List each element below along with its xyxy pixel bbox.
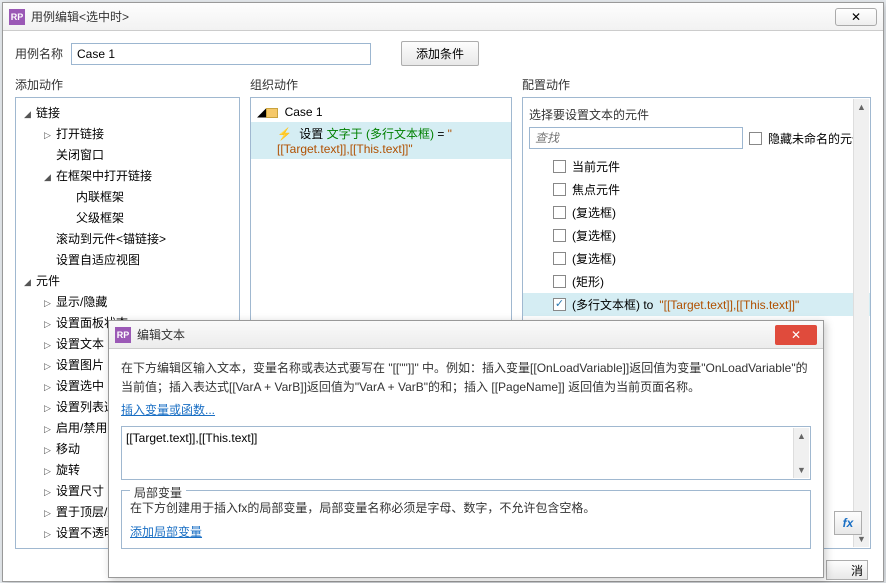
search-input[interactable]: [529, 127, 743, 149]
action-tree-item[interactable]: ▷显示/隐藏: [16, 291, 239, 312]
scroll-up-icon[interactable]: ▲: [794, 428, 809, 444]
expand-icon: ▷: [44, 298, 53, 309]
action-tree-item[interactable]: ◢链接: [16, 102, 239, 123]
action-tree-item[interactable]: 设置自适应视图: [16, 249, 239, 270]
action-tree-item[interactable]: 父级框架: [16, 207, 239, 228]
hide-unnamed-checkbox[interactable]: [749, 132, 762, 145]
select-widget-label: 选择要设置文本的元件: [523, 102, 870, 125]
edit-close-button[interactable]: ✕: [775, 325, 817, 345]
action-target-widget: 文字于 (多行文本框): [327, 127, 434, 141]
widget-label: (复选框): [572, 204, 616, 221]
action-tree-item[interactable]: ▷打开链接: [16, 123, 239, 144]
action-tree-item[interactable]: ◢在框架中打开链接: [16, 165, 239, 186]
fx-button[interactable]: fx: [834, 511, 862, 535]
widget-list-item[interactable]: (矩形): [523, 270, 870, 293]
widget-value: "[[Target.text]],[[This.text]]": [659, 298, 799, 312]
edit-dialog-title: 编辑文本: [137, 326, 775, 343]
action-tree-item[interactable]: 内联框架: [16, 186, 239, 207]
widget-label: 当前元件: [572, 158, 620, 175]
edit-titlebar: RP 编辑文本 ✕: [109, 321, 823, 349]
expand-icon: ▷: [44, 424, 53, 435]
local-vars-instruction: 在下方创建用于插入fx的局部变量，局部变量名称必须是字母、数字，不允许包含空格。: [130, 499, 802, 518]
widget-checkbox[interactable]: [553, 275, 566, 288]
action-tree-item[interactable]: 关闭窗口: [16, 144, 239, 165]
action-tree-item[interactable]: 滚动到元件<锚链接>: [16, 228, 239, 249]
expand-icon: ▷: [44, 361, 53, 372]
scrollbar[interactable]: ▲ ▼: [853, 99, 869, 547]
widget-label: 焦点元件: [572, 181, 620, 198]
widget-list-item[interactable]: (复选框): [523, 247, 870, 270]
widget-checkbox[interactable]: [553, 298, 566, 311]
hide-unnamed-label: 隐藏未命名的元件: [768, 130, 864, 147]
cancel-button[interactable]: 消: [826, 560, 868, 580]
widget-checkbox[interactable]: [553, 206, 566, 219]
expand-icon: ▷: [44, 508, 53, 519]
expand-icon: ◢: [24, 277, 33, 288]
widget-checkbox[interactable]: [553, 229, 566, 242]
folder-icon: [266, 108, 278, 118]
widget-label: (多行文本框) to: [572, 296, 653, 313]
local-vars-legend: 局部变量: [130, 486, 186, 500]
case-node-label: Case 1: [285, 105, 323, 119]
configure-action-heading: 配置动作: [522, 76, 871, 93]
text-editor[interactable]: [[Target.text]],[[This.text]] ▲ ▼: [121, 426, 811, 480]
edit-text-dialog: RP 编辑文本 ✕ 在下方编辑区输入文本，变量名称或表达式要写在 "[[""]]…: [108, 320, 824, 578]
scroll-up-icon[interactable]: ▲: [854, 99, 869, 115]
widget-list-item[interactable]: (复选框): [523, 224, 870, 247]
add-condition-button[interactable]: 添加条件: [401, 41, 479, 66]
action-node[interactable]: ⚡ 设置 文字于 (多行文本框) = "[[Target.text]],[[Th…: [251, 122, 511, 159]
lightning-icon: ⚡: [277, 127, 292, 141]
main-titlebar: RP 用例编辑<选中时> ✕: [3, 3, 883, 31]
close-button[interactable]: ✕: [835, 8, 877, 26]
widget-list-item[interactable]: (多行文本框) to "[[Target.text]],[[This.text]…: [523, 293, 870, 316]
case-node[interactable]: ◢ Case 1: [251, 102, 511, 122]
window-title: 用例编辑<选中时>: [31, 8, 835, 25]
widget-list-item[interactable]: (复选框): [523, 201, 870, 224]
widget-list-item[interactable]: 当前元件: [523, 155, 870, 178]
action-prefix: 设置: [299, 127, 323, 141]
expand-icon: ▷: [44, 466, 53, 477]
action-tree-item[interactable]: ◢元件: [16, 270, 239, 291]
expand-icon: ▷: [44, 487, 53, 498]
widget-label: (复选框): [572, 250, 616, 267]
scrollbar[interactable]: ▲ ▼: [793, 428, 809, 478]
widget-checkbox[interactable]: [553, 183, 566, 196]
widget-checkbox[interactable]: [553, 252, 566, 265]
widget-list-item[interactable]: 焦点元件: [523, 178, 870, 201]
expand-icon: ▷: [44, 403, 53, 414]
expand-icon: ▷: [44, 529, 53, 540]
widget-label: (矩形): [572, 273, 604, 290]
action-eq: =: [437, 127, 447, 141]
app-icon: RP: [115, 327, 131, 343]
expand-icon: ▷: [44, 130, 53, 141]
add-local-var-link[interactable]: 添加局部变量: [130, 523, 202, 540]
edit-instruction: 在下方编辑区输入文本，变量名称或表达式要写在 "[[""]]" 中。例如：插入变…: [121, 359, 811, 397]
expand-icon: ▷: [44, 340, 53, 351]
case-name-input[interactable]: [71, 43, 371, 65]
widget-label: (复选框): [572, 227, 616, 244]
text-editor-content: [[Target.text]],[[This.text]]: [126, 431, 257, 445]
scroll-down-icon[interactable]: ▼: [794, 462, 809, 478]
add-action-heading: 添加动作: [15, 76, 240, 93]
expand-icon: ▷: [44, 319, 53, 330]
local-vars-fieldset: 局部变量 在下方创建用于插入fx的局部变量，局部变量名称必须是字母、数字，不允许…: [121, 490, 811, 548]
app-icon: RP: [9, 9, 25, 25]
expand-icon: ▷: [44, 382, 53, 393]
expand-icon: ▷: [44, 445, 53, 456]
expand-icon: ◢: [44, 172, 53, 183]
insert-variable-link[interactable]: 插入变量或函数...: [121, 401, 215, 418]
organize-action-heading: 组织动作: [250, 76, 512, 93]
case-name-label: 用例名称: [15, 45, 63, 62]
widget-checkbox[interactable]: [553, 160, 566, 173]
expand-icon: ◢: [24, 109, 33, 120]
